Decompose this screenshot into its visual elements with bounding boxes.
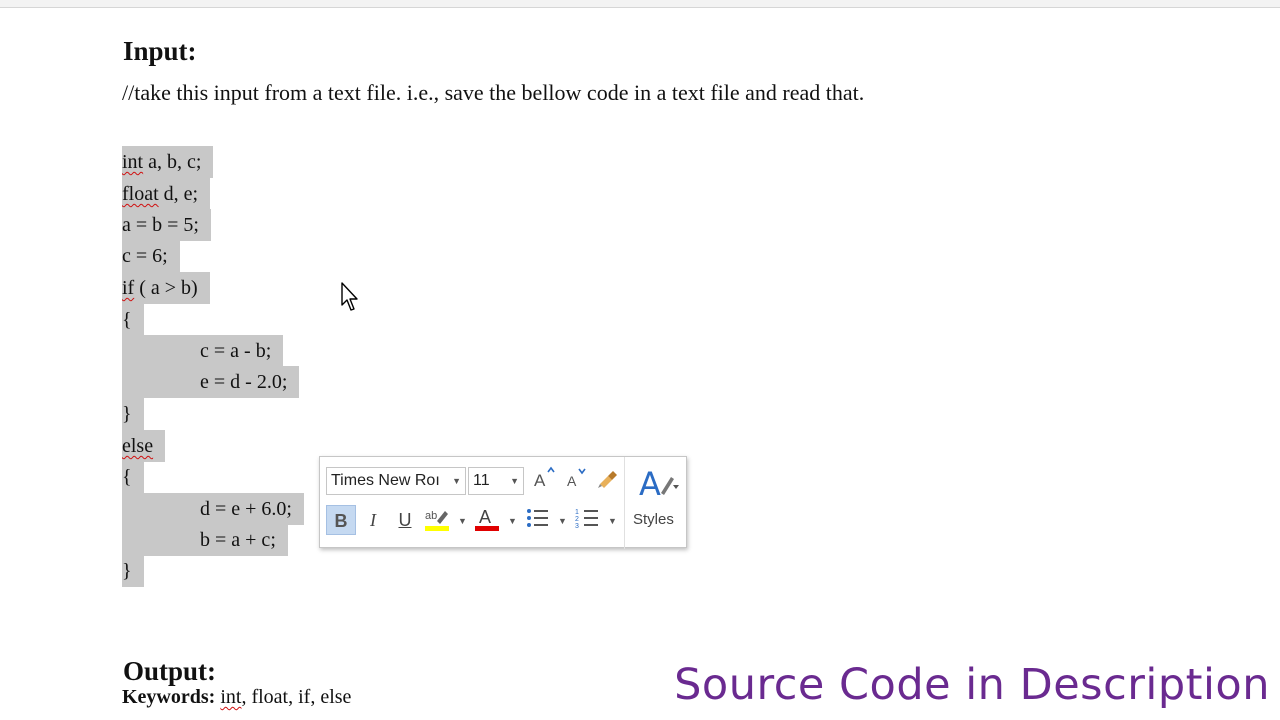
svg-text:1: 1 [575,509,579,516]
keywords-label: Keywords: [122,686,216,708]
font-size-value: 11 [473,472,490,489]
chevron-down-icon[interactable]: ▼ [508,516,517,526]
code-line: if ( a > b) [122,272,210,304]
svg-text:A: A [639,465,661,501]
code-line: } [122,555,144,587]
code-line: float d, e; [122,178,211,210]
format-painter-button[interactable] [592,466,622,496]
font-color-button[interactable]: A [472,505,502,535]
code-text: a, b, c; [143,151,202,173]
ribbon-strip [0,0,1280,8]
chevron-down-icon[interactable]: ▼ [458,516,467,526]
input-heading: Input: [123,36,197,66]
styles-button[interactable]: A Styles [624,457,688,549]
svg-text:ab: ab [425,510,437,522]
svg-text:A: A [567,473,577,489]
mouse-cursor-icon [341,282,358,311]
code-line: a = b = 5; [122,209,211,241]
code-text: b = a + c; [200,529,276,551]
code-text: { [122,309,132,331]
grow-font-icon: A [534,466,555,490]
code-text: } [122,560,132,582]
font-name-box[interactable]: Times New Roı ▼ [326,467,466,495]
shrink-font-icon: A [567,468,586,489]
code-line: int a, b, c; [122,146,214,178]
grow-font-button[interactable]: A [528,466,558,496]
code-line: { [122,304,144,336]
font-name-value: Times New Roı [331,472,440,489]
styles-icon: A [639,465,679,501]
code-text: d, e; [158,183,199,205]
code-line: c = a - b; [122,335,284,367]
bullet-list-icon [527,509,548,527]
keywords-first: int [220,686,242,708]
keywords-rest: , float, if, else [241,686,352,708]
code-text: a = b = 5; [122,214,199,236]
code-line: } [122,398,144,430]
chevron-down-icon[interactable]: ▼ [510,468,519,494]
instruction-text: //take this input from a text file. i.e.… [122,80,865,105]
code-line: b = a + c; [122,524,288,556]
spelling-flagged-word: if [122,277,135,299]
highlight-button[interactable]: ab [422,505,452,535]
svg-text:3: 3 [575,523,579,530]
code-text: { [122,466,132,488]
numbering-button[interactable]: 1 2 3 [572,505,602,535]
chevron-down-icon[interactable]: ▼ [452,468,461,494]
code-text: c = a - b; [200,340,272,362]
font-color-icon: A [475,507,499,531]
underline-button[interactable]: U [390,505,420,535]
styles-label: Styles [633,511,674,528]
code-text: ( a > b) [134,277,198,299]
spelling-flagged-word: float [122,183,159,205]
code-line: { [122,461,144,493]
keywords-line: Keywords: int, float, if, else [122,684,351,710]
mini-toolbar: Times New Roı ▼ 11 ▼ A A B I U ab ▼ A ▼ … [319,456,688,549]
bold-button[interactable]: B [326,505,356,535]
code-line: else [122,430,166,462]
chevron-down-icon[interactable]: ▼ [558,516,567,526]
svg-text:A: A [479,507,491,527]
bullets-button[interactable] [522,505,552,535]
code-line: e = d - 2.0; [122,366,300,398]
numbered-list-icon: 1 2 3 [575,509,598,530]
shrink-font-button[interactable]: A [560,466,590,496]
document-page[interactable]: Input: //take this input from a text fil… [0,8,1280,720]
code-line: d = e + 6.0; [122,493,304,525]
code-text: c = 6; [122,245,168,267]
code-text: } [122,403,132,425]
chevron-down-icon[interactable]: ▼ [608,516,617,526]
svg-text:2: 2 [575,516,579,523]
source-code-banner: Source Code in Description [674,660,1270,710]
output-heading: Output: [123,656,217,686]
italic-button[interactable]: I [358,505,388,535]
code-text: e = d - 2.0; [200,371,288,393]
format-painter-icon [598,471,617,488]
svg-text:A: A [534,471,546,490]
highlighter-icon: ab [425,510,449,531]
spelling-flagged-word: else [122,435,154,457]
spelling-flagged-word: int [122,151,144,173]
font-size-box[interactable]: 11 ▼ [468,467,524,495]
code-text: d = e + 6.0; [200,498,292,520]
code-line: c = 6; [122,240,180,272]
